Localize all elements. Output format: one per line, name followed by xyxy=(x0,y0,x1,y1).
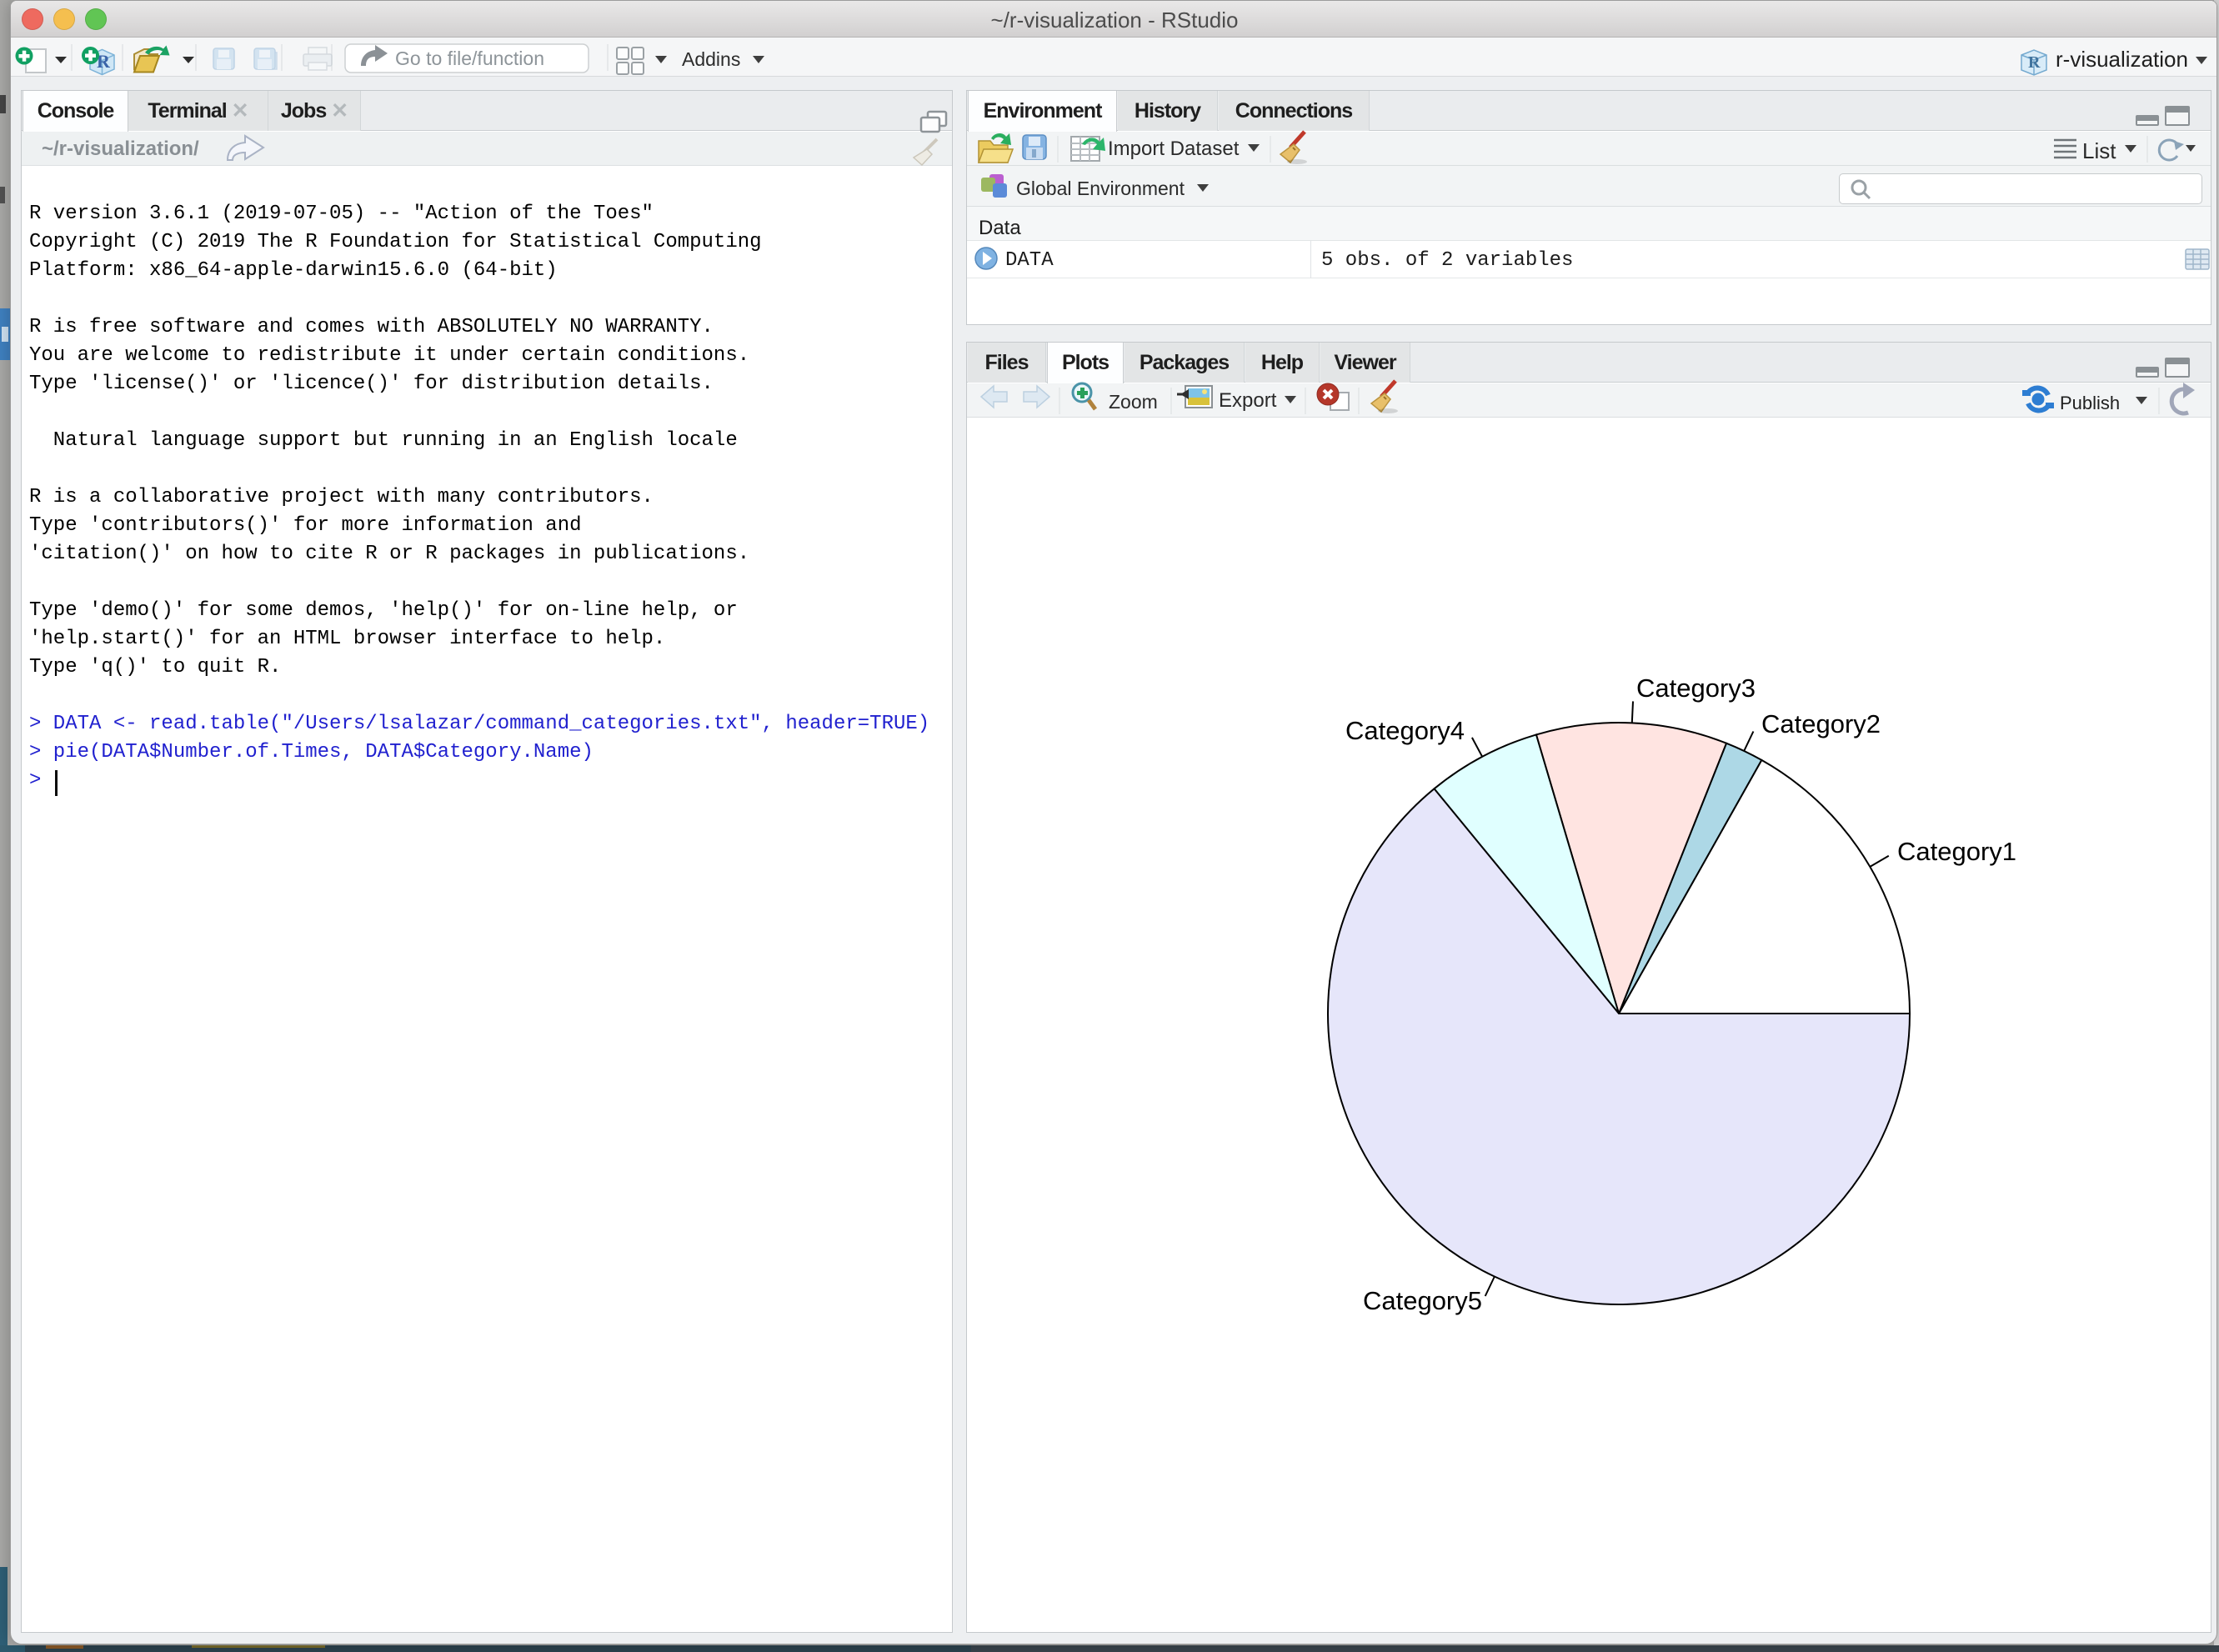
svg-text:Addins: Addins xyxy=(682,48,740,70)
svg-text:Category2: Category2 xyxy=(1761,709,1881,738)
svg-text:Category5: Category5 xyxy=(1363,1286,1482,1315)
svg-text:R: R xyxy=(2028,53,2041,72)
svg-text:Category1: Category1 xyxy=(1897,837,2016,866)
svg-text:Category3: Category3 xyxy=(1636,673,1756,703)
svg-text:Category4: Category4 xyxy=(1345,716,1465,745)
svg-text:r-visualization: r-visualization xyxy=(2056,47,2188,72)
svg-text:Go to file/function: Go to file/function xyxy=(395,48,544,69)
